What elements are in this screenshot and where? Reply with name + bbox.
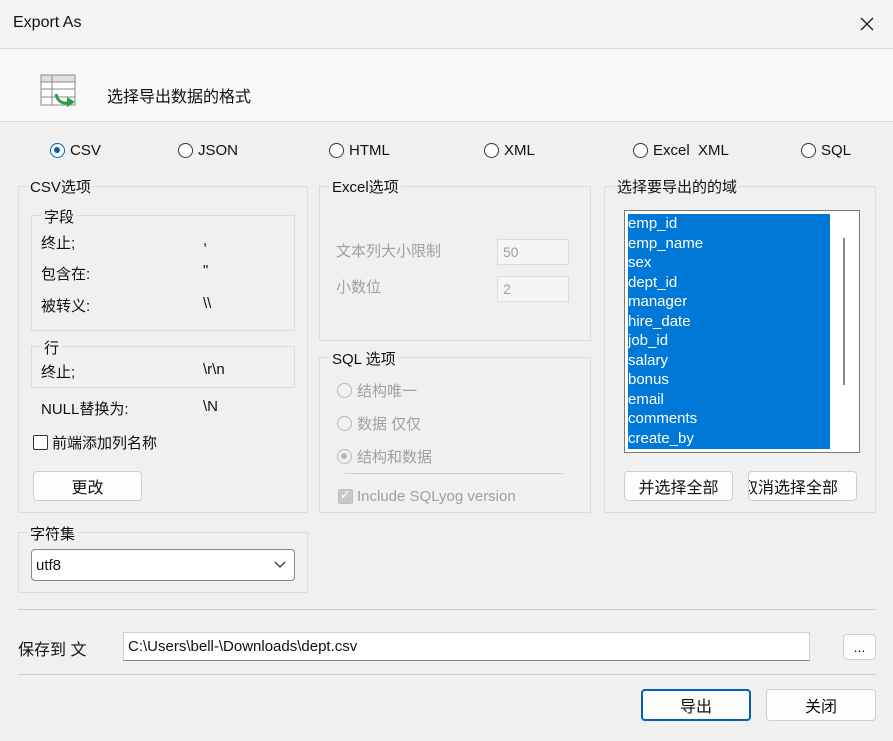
csv-fields-title: 字段: [42, 206, 77, 227]
line-terminated-value[interactable]: \r\n: [203, 361, 225, 378]
null-replace-value[interactable]: \N: [203, 398, 218, 415]
sql-option-label: 结构唯一: [357, 383, 418, 400]
browse-button[interactable]: ...: [843, 634, 876, 660]
radio-indicator: [329, 143, 344, 158]
list-item[interactable]: emp_id: [628, 214, 677, 234]
sql-structure-only-radio[interactable]: 结构唯一: [337, 380, 417, 401]
list-item[interactable]: job_id: [628, 331, 668, 351]
save-to-label: 保存到 文: [18, 642, 87, 659]
format-radio-sql[interactable]: SQL: [801, 142, 851, 159]
charset-value: utf8: [36, 556, 62, 574]
sql-option-label: 数据 仅仅: [357, 416, 422, 433]
format-radio-label: CSV: [70, 142, 101, 159]
add-column-names-label: 前端添加列名称: [52, 435, 158, 452]
list-item[interactable]: comments: [628, 409, 697, 429]
deselect-all-label: 取消选择全部: [748, 480, 839, 497]
enclosed-value[interactable]: ": [203, 262, 208, 279]
excel-options-title: Excel选项: [330, 176, 401, 197]
radio-indicator: [178, 143, 193, 158]
change-button[interactable]: 更改: [33, 471, 142, 501]
list-item[interactable]: bonus: [628, 370, 669, 390]
list-item[interactable]: sex: [628, 253, 651, 273]
deselect-all-button[interactable]: 取消选择全部: [748, 471, 857, 501]
export-button[interactable]: 导出: [641, 689, 751, 721]
add-column-names-checkbox[interactable]: 前端添加列名称: [33, 432, 157, 453]
include-sqlyog-version-label: Include SQLyog version: [357, 488, 516, 505]
fields-scrollbar[interactable]: [843, 238, 845, 385]
close-window-button[interactable]: [848, 6, 886, 42]
radio-indicator: [337, 383, 352, 398]
export-table-icon: [40, 74, 80, 114]
csv-options-title: CSV选项: [28, 176, 93, 197]
charset-title: 字符集: [28, 523, 78, 544]
escaped-value[interactable]: \\: [203, 295, 211, 312]
list-item[interactable]: email: [628, 390, 664, 410]
radio-selected-indicator: [337, 449, 352, 464]
format-radio-label: Excel XML: [653, 142, 729, 159]
format-radio-html[interactable]: HTML: [329, 142, 390, 159]
list-item[interactable]: manager: [628, 292, 687, 312]
sql-divider: [345, 473, 563, 474]
sql-structure-and-data-radio[interactable]: 结构和数据: [337, 446, 432, 467]
csv-lines-title: 行: [42, 337, 62, 358]
text-size-limit-label: 文本列大小限制: [336, 243, 442, 260]
terminated-label: 终止;: [41, 235, 76, 252]
save-path-input[interactable]: C:\Users\bell-\Downloads\dept.csv: [123, 632, 810, 661]
chevron-down-icon: [274, 561, 286, 568]
sql-option-label: 结构和数据: [357, 449, 433, 466]
close-button[interactable]: 关闭: [766, 689, 876, 721]
format-radio-label: HTML: [349, 142, 390, 159]
format-radio-excel-xml[interactable]: Excel XML: [633, 142, 729, 159]
format-radio-label: XML: [504, 142, 535, 159]
include-sqlyog-version-checkbox[interactable]: Include SQLyog version: [338, 487, 516, 505]
null-replace-label: NULL替换为:: [41, 401, 129, 418]
format-radio-label: SQL: [821, 142, 852, 159]
close-icon: [860, 17, 874, 31]
list-item[interactable]: salary: [628, 351, 668, 371]
decimal-places-label: 小数位: [336, 279, 382, 296]
divider: [18, 609, 876, 610]
checkbox-indicator: [338, 487, 353, 504]
radio-indicator: [801, 143, 816, 158]
radio-indicator: [484, 143, 499, 158]
fields-group-title: 选择要导出的的域: [615, 176, 740, 197]
sql-data-only-radio[interactable]: 数据 仅仅: [337, 413, 421, 434]
enclosed-label: 包含在:: [41, 266, 91, 283]
checkbox-indicator: [33, 435, 48, 450]
list-item[interactable]: hire_date: [628, 312, 691, 332]
radio-indicator: [337, 416, 352, 431]
sql-options-title: SQL 选项: [330, 348, 398, 369]
select-all-button[interactable]: 并选择全部: [624, 471, 733, 501]
radio-selected-indicator: [50, 143, 65, 158]
format-radio-label: JSON: [198, 142, 239, 159]
radio-indicator: [633, 143, 648, 158]
decimal-places-input[interactable]: 2: [497, 276, 569, 302]
list-item[interactable]: create_by: [628, 429, 694, 449]
escaped-label: 被转义:: [41, 298, 91, 315]
terminated-value[interactable]: ,: [203, 232, 207, 249]
format-radio-xml[interactable]: XML: [484, 142, 535, 159]
header-title: 选择导出数据的格式: [107, 89, 252, 106]
format-radio-json[interactable]: JSON: [178, 142, 238, 159]
list-item[interactable]: dept_id: [628, 273, 677, 293]
line-terminated-label: 终止;: [41, 364, 76, 381]
fields-listbox[interactable]: emp_id emp_name sex dept_id manager hire…: [624, 210, 860, 453]
title-bar: [0, 0, 893, 49]
format-radio-csv[interactable]: CSV: [50, 142, 101, 159]
list-item[interactable]: emp_name: [628, 234, 703, 254]
charset-select[interactable]: utf8: [31, 549, 295, 581]
window-title: Export As: [13, 14, 82, 31]
divider: [18, 674, 876, 675]
text-size-limit-input[interactable]: 50: [497, 239, 569, 265]
